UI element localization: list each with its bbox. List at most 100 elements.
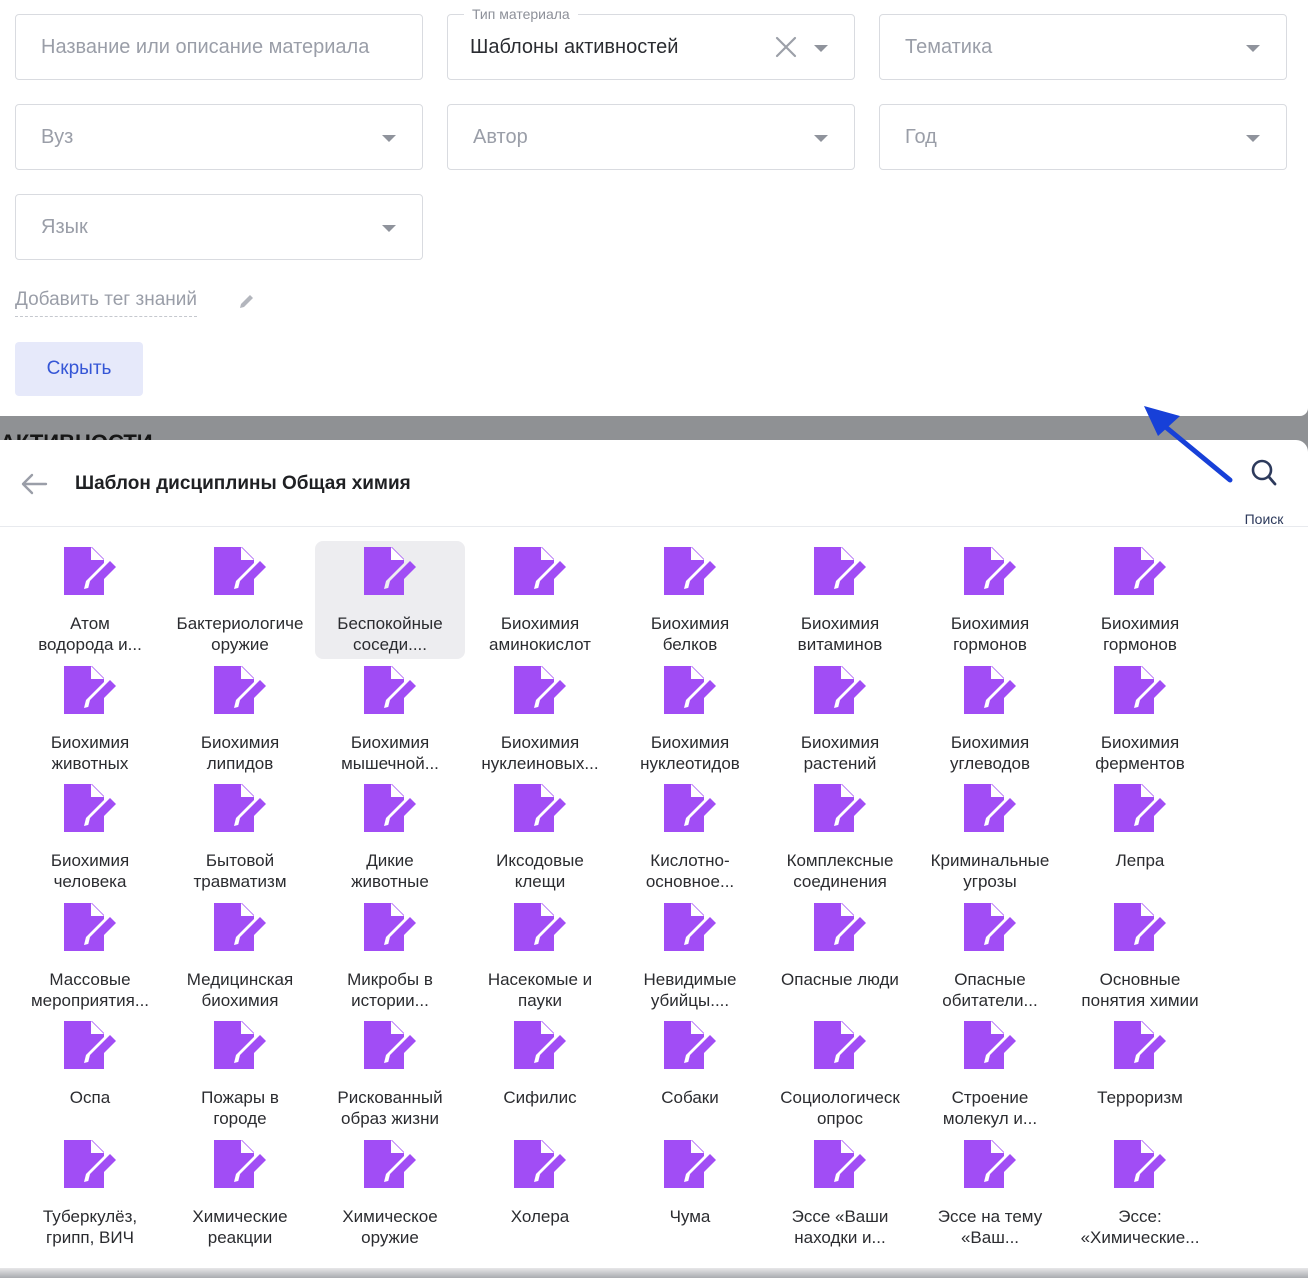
pencil-icon[interactable]: [238, 292, 256, 310]
activity-template-name: Социологическ опрос: [770, 1087, 910, 1129]
year-select[interactable]: Год: [879, 104, 1287, 170]
activity-template-item[interactable]: Невидимые убийцы....: [615, 897, 765, 1015]
activity-template-item[interactable]: Биохимия белков: [615, 541, 765, 659]
activity-template-item[interactable]: Дикие животные: [315, 778, 465, 896]
activity-template-item[interactable]: Биохимия нуклеиновых...: [465, 660, 615, 778]
activity-template-name: Массовые мероприятия...: [20, 969, 160, 1011]
activity-template-name-line2: оружие: [211, 635, 269, 654]
activity-template-item[interactable]: Биохимия липидов: [165, 660, 315, 778]
chevron-down-icon[interactable]: [1246, 45, 1260, 52]
search-button[interactable]: Поиск: [1232, 454, 1296, 527]
activity-template-name-line1: Социологическ: [780, 1088, 900, 1107]
university-select[interactable]: Вуз: [15, 104, 423, 170]
chevron-down-icon[interactable]: [814, 135, 828, 142]
clear-icon[interactable]: [774, 35, 798, 59]
activity-template-item[interactable]: Биохимия растений: [765, 660, 915, 778]
activity-template-item[interactable]: Массовые мероприятия...: [15, 897, 165, 1015]
chevron-down-icon[interactable]: [382, 135, 396, 142]
add-knowledge-tag-link[interactable]: Добавить тег знаний: [15, 289, 198, 317]
author-placeholder: Автор: [473, 126, 528, 148]
activity-template-item[interactable]: Основные понятия химии: [1065, 897, 1215, 1015]
activity-template-item[interactable]: Чума: [615, 1134, 765, 1252]
activity-template-item[interactable]: Иксодовые клещи: [465, 778, 615, 896]
activity-template-item[interactable]: Биохимия углеводов: [915, 660, 1065, 778]
activity-template-item[interactable]: Кислотно-основное...: [615, 778, 765, 896]
activity-template-item[interactable]: Социологическ опрос: [765, 1015, 915, 1133]
activity-template-item[interactable]: Эссе: «Химические...: [1065, 1134, 1215, 1252]
hide-button[interactable]: Скрыть: [15, 342, 143, 396]
language-select[interactable]: Язык: [15, 194, 423, 260]
activity-template-name: Биохимия углеводов: [920, 732, 1060, 774]
activity-template-name: Биохимия нуклеиновых...: [470, 732, 610, 774]
activity-template-name-line1: Криминальные: [930, 851, 1050, 870]
activity-template-item[interactable]: Лепра: [1065, 778, 1215, 896]
activity-template-name-line1: Собаки: [661, 1088, 719, 1107]
activity-template-item[interactable]: Эссе «Ваши находки и...: [765, 1134, 915, 1252]
topic-placeholder: Тематика: [905, 36, 993, 58]
activity-template-name-line2: человека: [53, 872, 127, 891]
activity-template-name: Опасные люди: [770, 969, 910, 990]
activity-template-name-line2: молекул и...: [942, 1109, 1038, 1128]
document-edit-icon: [212, 902, 268, 960]
activity-template-item[interactable]: Бытовой травматизм: [165, 778, 315, 896]
activity-template-item[interactable]: Холера: [465, 1134, 615, 1252]
material-type-select[interactable]: Тип материала Шаблоны активностей: [447, 6, 855, 80]
activity-template-name: Чума: [620, 1206, 760, 1227]
activity-template-name-line1: Лепра: [1115, 851, 1165, 870]
activity-template-item[interactable]: Атом водорода и...: [15, 541, 165, 659]
document-edit-icon: [812, 1021, 868, 1078]
document-edit-icon: [362, 902, 418, 960]
topic-select[interactable]: Тематика: [879, 14, 1287, 80]
activity-template-item[interactable]: Опасные обитатели...: [915, 897, 1065, 1015]
back-arrow-icon[interactable]: [20, 472, 48, 496]
activity-template-item[interactable]: Рискованный образ жизни: [315, 1015, 465, 1133]
activity-template-name: Строение молекул и...: [920, 1087, 1060, 1129]
activity-template-name: Собаки: [620, 1087, 760, 1108]
activity-template-item[interactable]: Насекомые и пауки: [465, 897, 615, 1015]
activity-template-item[interactable]: Микробы в истории...: [315, 897, 465, 1015]
activity-template-item[interactable]: Криминальные угрозы: [915, 778, 1065, 896]
activity-template-item[interactable]: Биохимия мышечной...: [315, 660, 465, 778]
chevron-down-icon[interactable]: [1246, 135, 1260, 142]
activity-template-item[interactable]: Опасные люди: [765, 897, 915, 1015]
activity-template-name-line2: мышечной...: [341, 753, 439, 773]
activity-template-item[interactable]: Биохимия человека: [15, 778, 165, 896]
activity-template-item[interactable]: Биохимия гормонов: [1065, 541, 1215, 659]
activity-template-item[interactable]: Строение молекул и...: [915, 1015, 1065, 1133]
activity-template-item[interactable]: Биохимия гормонов: [915, 541, 1065, 659]
activity-template-item[interactable]: Химические реакции: [165, 1134, 315, 1252]
activity-template-name-line2: животные: [351, 872, 429, 891]
activity-template-item[interactable]: Оспа: [15, 1015, 165, 1133]
activity-template-name-line1: Биохимия: [650, 614, 730, 633]
chevron-down-icon[interactable]: [814, 45, 828, 52]
activity-template-item[interactable]: Биохимия животных: [15, 660, 165, 778]
activity-template-name: Микробы в истории...: [320, 969, 460, 1011]
activity-template-item[interactable]: Пожары в городе: [165, 1015, 315, 1133]
activity-template-item[interactable]: Биохимия ферментов: [1065, 660, 1215, 778]
activity-template-item[interactable]: Биохимия аминокислот: [465, 541, 615, 659]
activity-template-item[interactable]: Комплексные соединения: [765, 778, 915, 896]
chevron-down-icon[interactable]: [382, 225, 396, 232]
activity-template-name-line1: Туберкулёз,: [42, 1206, 138, 1226]
activity-template-item[interactable]: Эссе на тему «Ваш...: [915, 1134, 1065, 1252]
activity-template-item[interactable]: Собаки: [615, 1015, 765, 1133]
activity-template-item[interactable]: Туберкулёз, грипп, ВИЧ: [15, 1134, 165, 1252]
activity-template-item[interactable]: Биохимия нуклеотидов: [615, 660, 765, 778]
search-input[interactable]: Название или описание материала: [15, 14, 423, 80]
material-type-legend: Тип материала: [464, 6, 578, 22]
activity-template-item[interactable]: Сифилис: [465, 1015, 615, 1133]
document-edit-icon: [812, 784, 868, 841]
activity-template-item[interactable]: Химическое оружие: [315, 1134, 465, 1252]
document-edit-icon: [512, 1139, 568, 1197]
document-edit-icon: [962, 902, 1018, 960]
activity-template-name-line2: мероприятия...: [30, 990, 150, 1010]
activity-template-item[interactable]: Биохимия витаминов: [765, 541, 915, 659]
activity-template-item[interactable]: Беспокойные соседи....: [315, 541, 465, 659]
annotation-arrow-icon: [1144, 406, 1233, 483]
activity-template-name-line2: ферментов: [1095, 753, 1185, 773]
author-select[interactable]: Автор: [447, 104, 855, 170]
activity-template-item[interactable]: Терроризм: [1065, 1015, 1215, 1133]
activity-template-name-line2: клещи: [514, 872, 566, 891]
activity-template-item[interactable]: Медицинская биохимия: [165, 897, 315, 1015]
activity-template-item[interactable]: Бактериологиче оружие: [165, 541, 315, 659]
